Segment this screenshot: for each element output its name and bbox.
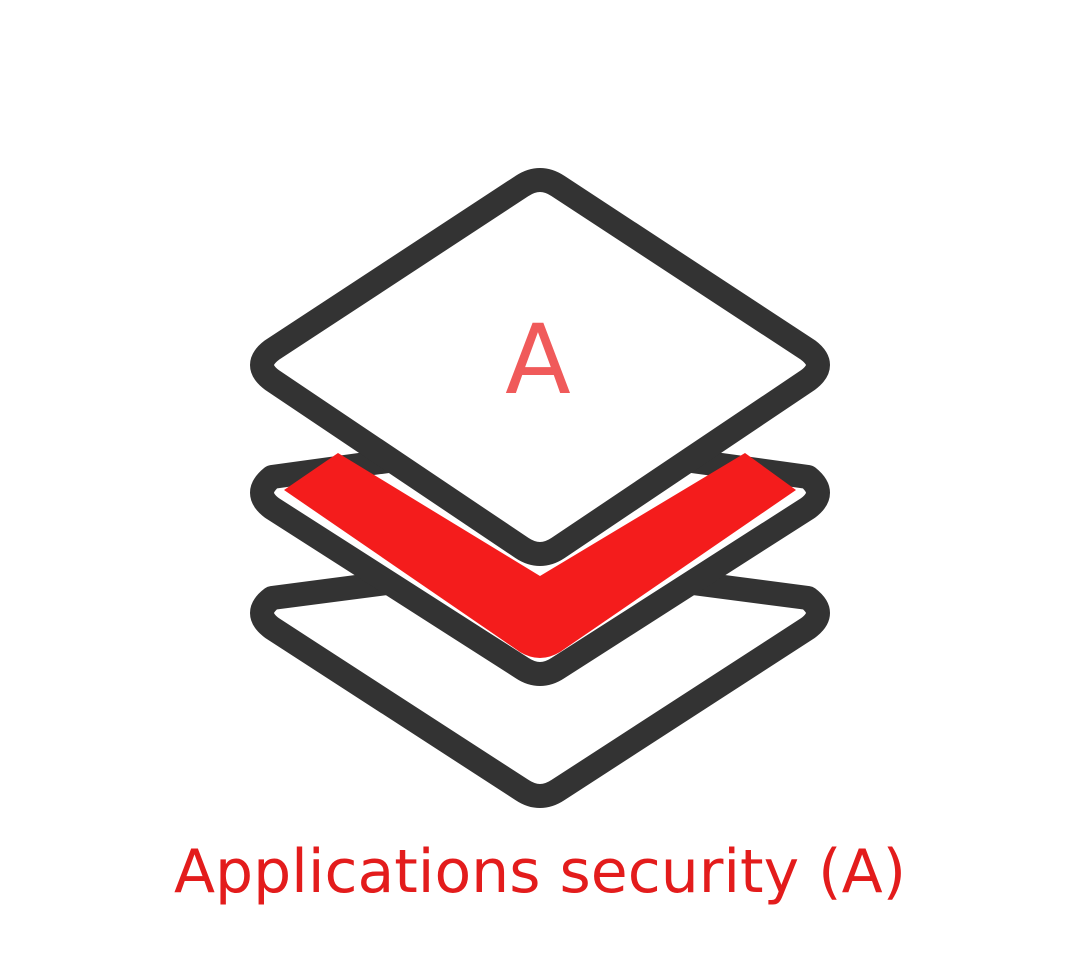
layers-icon: A bbox=[250, 168, 830, 808]
top-layer-letter: A bbox=[505, 304, 571, 416]
caption: Applications security (A) bbox=[173, 837, 907, 907]
